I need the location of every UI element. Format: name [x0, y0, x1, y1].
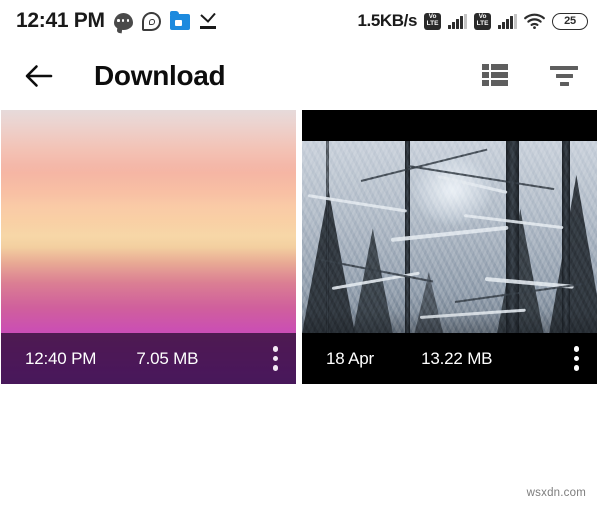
sort-filter-icon[interactable]	[550, 65, 578, 87]
signal-strength-sim1-icon	[448, 13, 468, 29]
card-size-label: 13.22 MB	[421, 348, 493, 368]
download-complete-icon	[199, 12, 217, 30]
signal-strength-sim2-icon	[498, 13, 517, 29]
sunset-haze-band	[1, 164, 296, 247]
volte-bottom-text: LTE	[426, 20, 439, 28]
chat-bubble-icon	[113, 12, 133, 30]
page-title: Download	[94, 60, 226, 91]
card-info-bar: 18 Apr 13.22 MB	[302, 333, 597, 384]
status-clock: 12:41 PM	[16, 9, 105, 32]
status-bar-left: 12:41 PM	[16, 9, 217, 33]
volte-sim2-icon: Vo LTE	[474, 12, 492, 30]
more-options-icon[interactable]	[570, 343, 584, 374]
card-info-bar: 12:40 PM 7.05 MB	[1, 333, 296, 384]
battery-icon: 25	[552, 12, 588, 30]
card-size-label: 7.05 MB	[136, 348, 199, 368]
site-watermark: wsxdn.com	[526, 487, 586, 499]
card-time-label: 18 Apr	[326, 348, 374, 368]
download-item-card[interactable]: 18 Apr 13.22 MB	[302, 110, 597, 384]
download-item-card[interactable]: 12:40 PM 7.05 MB	[1, 110, 296, 384]
whatsapp-icon	[141, 11, 161, 31]
wifi-icon	[524, 13, 545, 29]
download-grid: 12:40 PM 7.05 MB 18 Apr 13.22 MB	[0, 110, 600, 384]
list-view-toggle-icon[interactable]	[482, 64, 508, 88]
status-bar: 12:41 PM 1.5KB/s Vo LTE Vo LTE 25	[0, 0, 600, 42]
status-bar-right: 1.5KB/s Vo LTE Vo LTE 25	[357, 11, 588, 31]
back-arrow-icon[interactable]	[24, 61, 54, 91]
letterbox-bar	[302, 110, 597, 141]
card-time-label: 12:40 PM	[25, 348, 97, 368]
volte-bottom-text-2: LTE	[476, 20, 489, 28]
more-options-icon[interactable]	[269, 343, 283, 374]
file-manager-icon	[169, 11, 190, 30]
volte-sim1-icon: Vo LTE	[424, 12, 442, 30]
battery-level-label: 25	[564, 15, 576, 27]
app-bar: Download	[0, 42, 600, 110]
network-speed-label: 1.5KB/s	[357, 11, 418, 30]
